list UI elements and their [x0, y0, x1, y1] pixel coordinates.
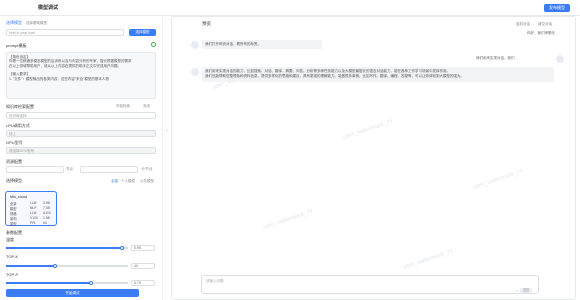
clear-chat-link[interactable]: 清空对话: [538, 22, 552, 27]
copy-chat-link[interactable]: 复制对话: [516, 22, 530, 27]
watermark: user_watermark_7f: [472, 169, 524, 191]
model-tag: 选择基础模型: [26, 20, 47, 25]
kb-option-off[interactable]: 关闭: [143, 104, 150, 109]
quota-label: 资源配置: [6, 159, 22, 164]
start-debug-button[interactable]: 开始调试: [6, 289, 139, 297]
page-title: 模型调试: [38, 5, 59, 11]
topp-slider-handle[interactable]: [89, 280, 93, 285]
bot-avatar: [191, 68, 199, 76]
model-card[interactable]: Mis_cloud 全量 LLM 3.9B 模型 NLP 7.3B 规格 LLM A100 …: [5, 191, 57, 226]
user-message: 我们用来实现对话，我们: [476, 56, 515, 60]
publish-button[interactable]: 发布模型: [544, 4, 570, 12]
model-card-name: Mis_cloud: [10, 195, 28, 199]
topp-label: TOP-P: [6, 272, 19, 277]
gpu-select[interactable]: 请选择GPU型号: [6, 147, 156, 154]
card-unit: 卡/节点: [141, 167, 153, 171]
watermark: user_watermark_7f: [342, 119, 394, 141]
model-label: 选择模型: [6, 20, 22, 25]
select-model-button[interactable]: 选择模型: [129, 29, 156, 36]
temp-slider-fill: [6, 247, 122, 249]
deploy-opt-all[interactable]: 全量: [111, 179, 118, 184]
temp-slider-handle[interactable]: [120, 245, 124, 250]
model-card-row: 类型 PPL 64: [10, 221, 47, 226]
assistant-message: 我们打开网页对话，看所有的标签。: [202, 40, 322, 50]
topk-label: TOP-K: [6, 254, 19, 259]
card-input[interactable]: [80, 166, 138, 173]
param-label: 参数配置: [6, 230, 22, 235]
strategy-label: LPU调用方式: [6, 123, 30, 128]
model-input[interactable]: Nrel-in-chat-chat: [6, 29, 124, 36]
deploy-label: 选择模型: [6, 178, 22, 183]
node-unit: 节点: [66, 167, 73, 171]
top-bar: 模型调试 发布模型: [0, 0, 580, 16]
topk-slider-fill: [6, 265, 55, 267]
send-button[interactable]: 发送: [520, 288, 532, 293]
chat-input-box[interactable]: 请输入问题 发送 ⌁: [201, 275, 539, 294]
strategy-select[interactable]: 线上: [6, 130, 156, 137]
topp-slider-fill: [6, 282, 91, 284]
system-greeting: 你好，我们来聊天: [527, 31, 555, 35]
attach-icon[interactable]: ⌁: [516, 288, 518, 293]
watermark: user_watermark_7f: [262, 209, 314, 231]
deploy-opt-public[interactable]: 公共模型: [140, 179, 154, 184]
user-avatar: [556, 55, 564, 63]
config-panel: 选择模型 选择基础模型 Nrel-in-chat-chat 选择模型 promp…: [0, 16, 163, 300]
check-icon: [151, 42, 156, 47]
kb-label: 知识库检索配置: [6, 104, 34, 109]
topk-slider-handle[interactable]: [53, 263, 57, 268]
prompt-label: prompt模板: [6, 43, 27, 48]
chat-input[interactable]: 请输入问题: [206, 279, 224, 284]
gpu-label: GPU型号: [6, 140, 23, 145]
node-input[interactable]: [6, 166, 64, 173]
watermark: user_watermark_7f: [402, 249, 454, 271]
bot-avatar: [191, 41, 199, 49]
topp-value[interactable]: 0.70: [131, 279, 155, 286]
deploy-opt-personal[interactable]: 个人模型: [121, 179, 135, 184]
assistant-message: 我们用来实现对话的能力，比如搜索、对话、翻译、摘要、问答、分析等多种任务能力以及…: [202, 67, 554, 82]
collapse-icon[interactable]: ‹: [164, 128, 170, 142]
topk-value[interactable]: 40: [131, 262, 155, 269]
temp-label: 温度: [6, 237, 14, 242]
temp-value[interactable]: 0.95: [131, 244, 155, 251]
kb-select[interactable]: 知识库选择: [6, 112, 156, 119]
preview-title: 预览: [202, 21, 211, 26]
kb-option-on[interactable]: 开启检索: [116, 104, 130, 109]
preview-panel: user_watermark_7f user_watermark_7f user…: [171, 16, 576, 300]
prompt-textarea[interactable]: 【角色设定】 你是一位精通多模态模型的后训练以及与内容分析的专家，擅长根据模型的…: [6, 52, 156, 99]
